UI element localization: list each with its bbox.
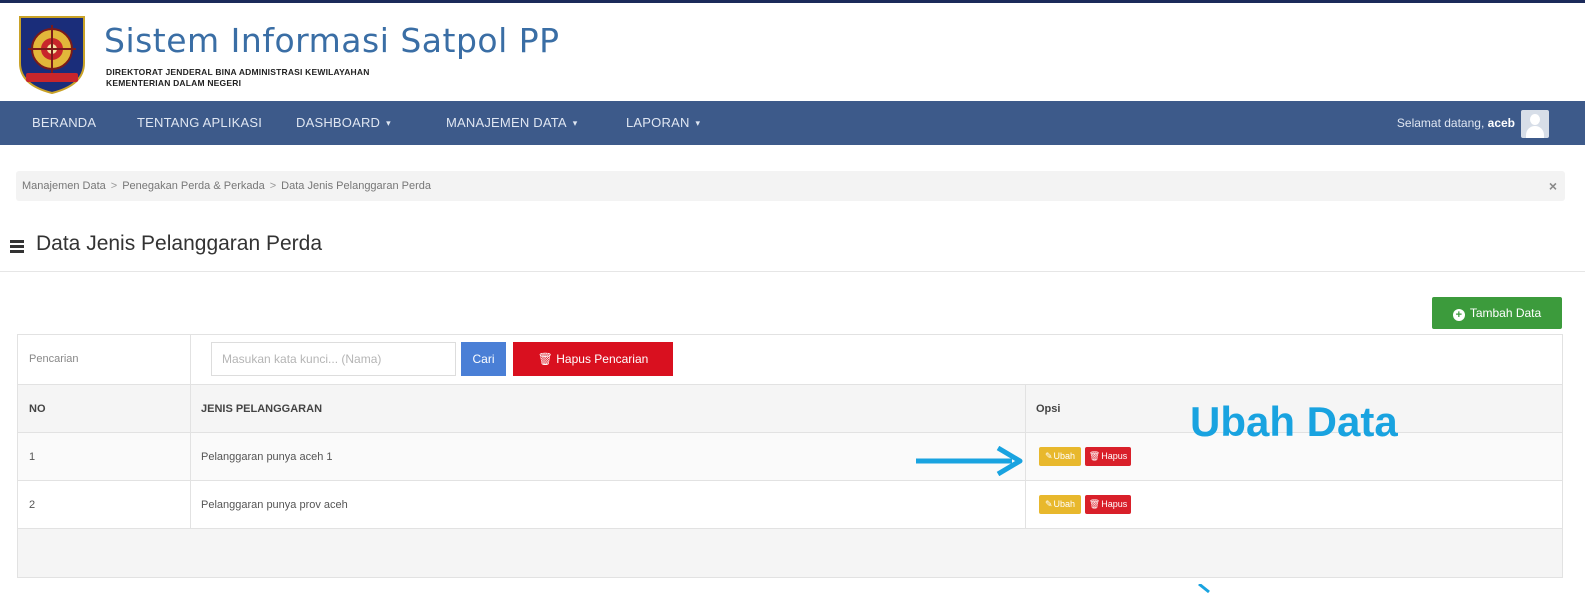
column-divider — [1025, 481, 1026, 529]
app-subtitle-ministry: KEMENTERIAN DALAM NEGERI — [106, 78, 242, 88]
breadcrumb-item-penegakan[interactable]: Penegakan Perda & Perkada — [122, 180, 265, 192]
table-row: 2 Pelanggaran punya prov aceh ✎Ubah 🗑Hap… — [18, 481, 1562, 529]
cell-no: 1 — [29, 451, 36, 463]
nav-item-dashboard[interactable]: DASHBOARD ▾ — [296, 101, 391, 145]
nav-label-dashboard: DASHBOARD — [296, 115, 381, 130]
chevron-down-icon: ▾ — [695, 118, 701, 128]
hamburger-menu-icon[interactable] — [10, 240, 24, 253]
header-no[interactable]: NO — [29, 385, 46, 433]
search-button[interactable]: Cari — [461, 342, 506, 376]
app-title: Sistem Informasi Satpol PP — [104, 21, 560, 60]
data-table: Pencarian Cari 🗑 Hapus Pencarian NO JENI… — [17, 334, 1563, 578]
cell-jenis-pelanggaran: Pelanggaran punya aceh 1 — [201, 451, 333, 463]
welcome-prefix: Selamat datang, — [1396, 116, 1485, 130]
breadcrumb-item-manajemen-data[interactable]: Manajemen Data — [22, 180, 106, 192]
header-jenis-pelanggaran[interactable]: JENIS PELANGGARAN — [201, 385, 322, 433]
column-divider — [190, 481, 191, 529]
breadcrumb-separator: > — [110, 180, 118, 192]
app-subtitle-directorate: DIREKTORAT JENDERAL BINA ADMINISTRASI KE… — [106, 67, 370, 77]
annotation-arrow-icon — [916, 446, 1023, 476]
nav-label-manajemen-data: MANAJEMEN DATA — [446, 115, 567, 130]
cell-jenis-pelanggaran: Pelanggaran punya prov aceh — [201, 499, 348, 511]
annotation-ubah-data: Ubah Data — [1190, 398, 1398, 445]
avatar-head — [1530, 114, 1540, 125]
delete-label: Hapus — [1101, 451, 1128, 461]
search-row: Pencarian Cari 🗑 Hapus Pencarian — [18, 335, 1562, 385]
nav-label-beranda: BERANDA — [32, 115, 97, 130]
delete-label: Hapus — [1101, 499, 1128, 509]
annotation-arrow-icon — [1198, 584, 1210, 594]
nav-item-beranda[interactable]: BERANDA — [32, 101, 96, 145]
plus-circle-icon: + — [1452, 309, 1465, 321]
add-data-label: Tambah Data — [1469, 306, 1542, 320]
trash-icon: 🗑 — [1088, 499, 1101, 509]
header-opsi: Opsi — [1036, 403, 1061, 415]
nav-label-laporan: LAPORAN — [626, 115, 690, 130]
edit-label: Ubah — [1053, 451, 1076, 461]
page-title: Data Jenis Pelanggaran Perda — [36, 232, 323, 255]
search-label: Pencarian — [29, 353, 79, 365]
edit-button[interactable]: ✎Ubah — [1039, 495, 1081, 514]
edit-label: Ubah — [1053, 499, 1076, 509]
welcome-text[interactable]: Selamat datang, aceb — [1397, 101, 1515, 145]
delete-button[interactable]: 🗑Hapus — [1085, 447, 1131, 466]
add-data-button[interactable]: + Tambah Data — [1432, 297, 1562, 329]
chevron-down-icon: ▾ — [572, 118, 578, 128]
nav-item-manajemen-data[interactable]: MANAJEMEN DATA ▾ — [446, 101, 578, 145]
column-divider — [190, 433, 191, 481]
pencil-icon: ✎ — [1044, 499, 1053, 509]
trash-icon: 🗑 — [537, 352, 553, 366]
main-navbar: BERANDA TENTANG APLIKASI DASHBOARD ▾ MANA… — [0, 101, 1585, 145]
search-input[interactable] — [211, 342, 456, 376]
avatar-body — [1526, 126, 1544, 138]
clear-search-label: Hapus Pencarian — [556, 352, 649, 366]
user-avatar-icon[interactable] — [1521, 110, 1549, 138]
title-divider — [0, 271, 1585, 272]
nav-item-laporan[interactable]: LAPORAN ▾ — [626, 101, 700, 145]
column-divider — [1025, 385, 1026, 433]
chevron-down-icon: ▾ — [386, 118, 391, 128]
breadcrumb: Manajemen Data > Penegakan Perda & Perkada… — [16, 171, 1565, 201]
nav-label-tentang-aplikasi: TENTANG APLIKASI — [137, 115, 263, 130]
column-divider — [190, 335, 191, 385]
trash-icon: 🗑 — [1088, 451, 1101, 461]
satpol-pp-emblem-logo — [19, 16, 85, 95]
pencil-icon: ✎ — [1044, 451, 1053, 461]
breadcrumb-item-current: Data Jenis Pelanggaran Perda — [281, 180, 431, 192]
app-header: Sistem Informasi Satpol PP DIREKTORAT JE… — [0, 3, 1585, 101]
edit-button[interactable]: ✎Ubah — [1039, 447, 1081, 466]
clear-search-button[interactable]: 🗑 Hapus Pencarian — [513, 342, 673, 376]
username: aceb — [1487, 116, 1515, 130]
delete-button[interactable]: 🗑Hapus — [1085, 495, 1131, 514]
table-footer-row — [18, 529, 1562, 577]
breadcrumb-separator: > — [269, 180, 277, 192]
close-icon[interactable]: × — [1549, 171, 1557, 201]
cell-no: 2 — [29, 499, 36, 511]
column-divider — [190, 385, 191, 433]
nav-item-tentang-aplikasi[interactable]: TENTANG APLIKASI — [137, 101, 262, 145]
